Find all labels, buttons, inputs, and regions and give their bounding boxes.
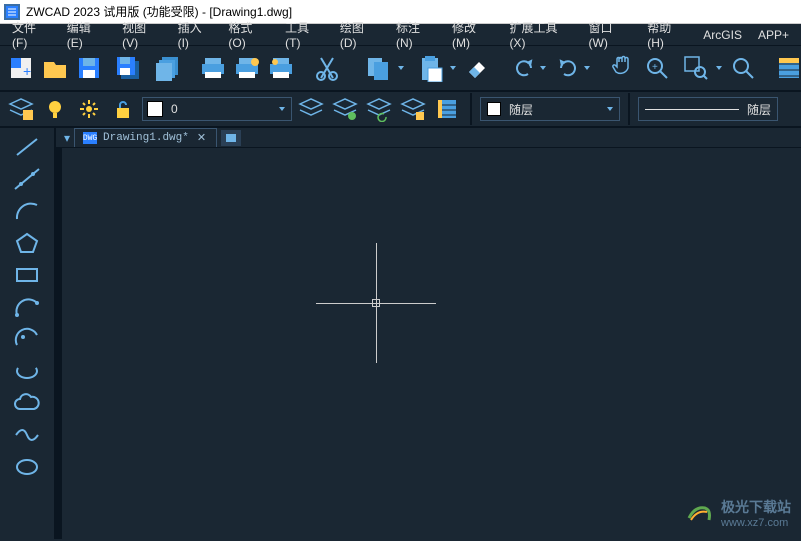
- ellipse-arc-tool[interactable]: [7, 356, 47, 386]
- menu-modify[interactable]: 修改(M): [444, 17, 501, 52]
- layer-states-button[interactable]: [296, 95, 326, 123]
- tab-nav-prev[interactable]: ▾: [64, 131, 70, 145]
- print-button[interactable]: [198, 50, 228, 86]
- line-preview: [645, 109, 739, 110]
- ruler: [56, 148, 62, 539]
- toolbar-separator: [628, 93, 630, 125]
- watermark-url: www.xz7.com: [721, 517, 791, 529]
- layer-walk-button[interactable]: [398, 95, 428, 123]
- chevron-down-icon[interactable]: [450, 66, 456, 70]
- circle-tool[interactable]: [7, 452, 47, 482]
- draw-tool-palette: [0, 128, 56, 539]
- cloud-tool[interactable]: [7, 388, 47, 418]
- menu-view[interactable]: 视图(V): [114, 17, 169, 52]
- color-style-label: 随层: [509, 101, 605, 118]
- document-tab-bar: ▾ DWG Drawing1.dwg* ✕: [56, 128, 801, 148]
- line-tool[interactable]: [7, 132, 47, 162]
- document-tab-label: Drawing1.dwg*: [103, 132, 189, 144]
- menu-file[interactable]: 文件(F): [4, 17, 59, 52]
- properties-button[interactable]: [774, 50, 801, 86]
- layer-toolbar: 0 随层 随层: [0, 92, 801, 128]
- color-style-dropdown[interactable]: 随层: [480, 97, 620, 121]
- layer-prev-button[interactable]: [364, 95, 394, 123]
- document-tab[interactable]: DWG Drawing1.dwg* ✕: [74, 128, 217, 147]
- zoom-realtime-button[interactable]: +: [642, 50, 672, 86]
- menu-tools[interactable]: 工具(T): [277, 17, 332, 52]
- svg-text:+: +: [23, 63, 31, 79]
- layer-iso-button[interactable]: [330, 95, 360, 123]
- color-swatch: [147, 101, 163, 117]
- chevron-down-icon[interactable]: [398, 66, 404, 70]
- publish-button[interactable]: [266, 50, 296, 86]
- new-doc-button[interactable]: +: [6, 50, 36, 86]
- eraser-button[interactable]: [462, 50, 492, 86]
- chevron-down-icon: [607, 107, 613, 111]
- bulb-button[interactable]: [40, 95, 70, 123]
- color-swatch: [487, 102, 501, 116]
- menu-format[interactable]: 格式(O): [220, 17, 277, 52]
- cut-button[interactable]: [312, 50, 342, 86]
- menu-insert[interactable]: 插入(I): [170, 17, 221, 52]
- main-toolbar: +: [0, 46, 801, 92]
- watermark-logo: [685, 498, 715, 528]
- menu-window[interactable]: 窗口(W): [581, 17, 640, 52]
- polygon-tool[interactable]: [7, 228, 47, 258]
- redo-button[interactable]: [554, 50, 582, 86]
- open-button[interactable]: [40, 50, 70, 86]
- watermark: 极光下载站 www.xz7.com: [685, 497, 791, 529]
- save-button[interactable]: [74, 50, 104, 86]
- curve-tool[interactable]: [7, 420, 47, 450]
- freeze-button[interactable]: [74, 95, 104, 123]
- revision-cloud-tool[interactable]: [7, 324, 47, 354]
- main-area: ▾ DWG Drawing1.dwg* ✕ 极光下载站 www.xz7.co: [0, 128, 801, 539]
- spline-tool[interactable]: [7, 292, 47, 322]
- chevron-down-icon[interactable]: [540, 66, 546, 70]
- menu-draw[interactable]: 绘图(D): [332, 17, 388, 52]
- undo-button[interactable]: [510, 50, 538, 86]
- menu-bar: 文件(F) 编辑(E) 视图(V) 插入(I) 格式(O) 工具(T) 绘图(D…: [0, 24, 801, 46]
- menu-appplus[interactable]: APP+: [750, 26, 797, 44]
- chevron-down-icon[interactable]: [716, 66, 722, 70]
- menu-help[interactable]: 帮助(H): [639, 17, 695, 52]
- linetype-dropdown[interactable]: 随层: [638, 97, 778, 121]
- chevron-down-icon: [279, 107, 285, 111]
- paste-button[interactable]: [412, 50, 448, 86]
- menu-arcgis[interactable]: ArcGIS: [695, 26, 750, 44]
- save-all-button[interactable]: [110, 50, 146, 86]
- copy-button[interactable]: [360, 50, 396, 86]
- rectangle-tool[interactable]: [7, 260, 47, 290]
- menu-express[interactable]: 扩展工具(X): [501, 17, 580, 52]
- unlock-button[interactable]: [108, 95, 138, 123]
- print-preview-button[interactable]: [232, 50, 262, 86]
- new-tab-button[interactable]: [221, 130, 241, 146]
- pan-button[interactable]: [608, 50, 638, 86]
- watermark-brand: 极光下载站: [721, 497, 791, 517]
- xline-tool[interactable]: [7, 164, 47, 194]
- sheets-button[interactable]: [152, 50, 182, 86]
- drawing-canvas[interactable]: ▾ DWG Drawing1.dwg* ✕ 极光下载站 www.xz7.co: [56, 128, 801, 539]
- svg-text:+: +: [652, 62, 658, 73]
- close-icon[interactable]: ✕: [195, 131, 208, 145]
- arc-tool[interactable]: [7, 196, 47, 226]
- layer-name: 0: [167, 102, 277, 116]
- list-button[interactable]: [432, 95, 462, 123]
- toolbar-separator: [470, 93, 472, 125]
- layer-manager-button[interactable]: [6, 95, 36, 123]
- layer-dropdown[interactable]: 0: [142, 97, 292, 121]
- zoom-button[interactable]: [728, 50, 758, 86]
- zoom-window-button[interactable]: [678, 50, 714, 86]
- dwg-icon: DWG: [83, 132, 97, 144]
- menu-dimension[interactable]: 标注(N): [388, 17, 444, 52]
- menu-edit[interactable]: 编辑(E): [59, 17, 114, 52]
- chevron-down-icon[interactable]: [584, 66, 590, 70]
- linetype-label: 随层: [747, 101, 771, 118]
